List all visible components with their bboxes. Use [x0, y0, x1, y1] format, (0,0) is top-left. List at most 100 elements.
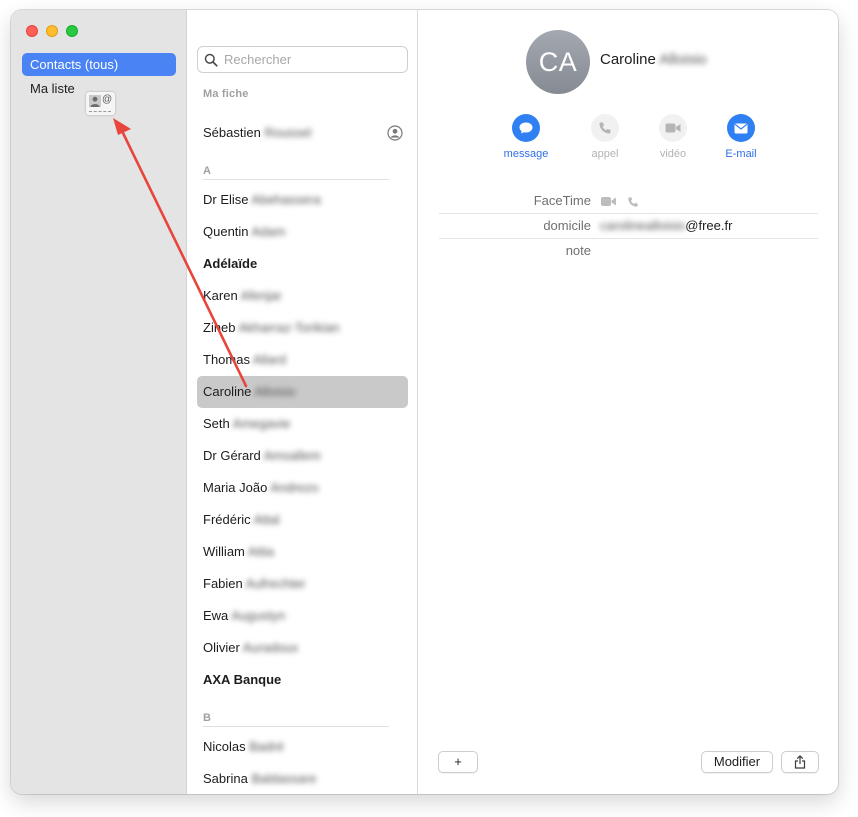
email-user: carolinealloisio [600, 218, 686, 233]
magnifying-glass-icon [204, 53, 218, 67]
contact-last-name: Andrezo [270, 480, 319, 495]
contact-last-name: Abehassera [251, 192, 321, 207]
contact-row[interactable]: Zineb Akharraz-Torikian [197, 312, 408, 344]
contact-last-name: Allard [252, 352, 287, 367]
contact-first-name: Quentin [203, 224, 249, 239]
email-domain: @free.fr [685, 218, 733, 233]
contact-first-name: Frédéric [203, 512, 251, 527]
contact-row[interactable]: Caroline Alloisio [197, 376, 408, 408]
contact-first-name: William [203, 544, 245, 559]
contact-last-name: Afenjar [240, 288, 282, 303]
email-label: E-mail [725, 148, 757, 160]
search-input[interactable] [224, 52, 404, 67]
contact-row[interactable]: Nicolas Badré [197, 731, 408, 763]
contact-first-name: Ewa [203, 608, 229, 623]
contact-list: Ma fiche Sébastien Roussel A Dr Elise Ab… [187, 10, 418, 794]
contact-row[interactable]: Sabrina Baldassare [197, 763, 408, 794]
contact-row[interactable]: Dr Elise Abehassera [197, 184, 408, 216]
email-action[interactable]: E-mail [711, 114, 771, 160]
me-card-icon [387, 125, 403, 141]
contact-first-name: Zineb [203, 320, 236, 335]
contact-last-name: Akharraz-Torikian [238, 320, 340, 335]
message-action[interactable]: message [496, 114, 556, 160]
person-icon [89, 95, 101, 107]
note-field: note [439, 238, 818, 263]
contact-first-name: Maria João [203, 480, 268, 495]
contact-first-name: Dr Elise [203, 192, 249, 207]
contact-row[interactable]: Olivier Auradoux [197, 632, 408, 664]
contact-first-name: Caroline [203, 384, 252, 399]
contact-first-name: Caroline [600, 51, 656, 68]
contact-row[interactable]: Dr Gérard Amsallem [197, 440, 408, 472]
facetime-icons [600, 188, 639, 213]
message-label: message [503, 148, 549, 160]
contact-row[interactable]: Frédéric Attal [197, 504, 408, 536]
facetime-video-icon[interactable] [600, 196, 617, 207]
contact-last-name: Roussel [264, 125, 312, 140]
facetime-label: FaceTime [533, 193, 591, 208]
my-card-header: Ma fiche [203, 88, 249, 100]
envelope-icon [727, 114, 755, 142]
contact-last-name: Aufrechter [245, 576, 306, 591]
contact-last-name: Attal [253, 512, 280, 527]
contact-last-name: Auradoux [242, 640, 299, 655]
contact-first-name: Fabien [203, 576, 243, 591]
edit-button[interactable]: Modifier [701, 751, 773, 773]
contact-last-name: Augustyn [231, 608, 286, 623]
contact-last-name: Attia [247, 544, 274, 559]
contact-row[interactable]: Karen Afenjar [197, 280, 408, 312]
contact-row[interactable]: AXA Banque [197, 664, 408, 696]
zoom-button[interactable] [66, 25, 78, 37]
section-header-b: B [203, 712, 389, 727]
video-camera-icon [659, 114, 687, 142]
email-value[interactable]: carolinealloisio@free.fr [600, 213, 732, 238]
contact-row[interactable]: Maria João Andrezo [197, 472, 408, 504]
contact-name: Caroline Alloisio [600, 51, 707, 68]
window-controls [26, 25, 78, 37]
share-button[interactable] [781, 751, 819, 773]
video-action[interactable]: vidéo [643, 114, 703, 160]
contact-first-name: Dr Gérard [203, 448, 261, 463]
contact-first-name: Sébastien [203, 125, 261, 140]
email-field: domicile carolinealloisio@free.fr [439, 213, 818, 238]
contact-first-name: Sabrina [203, 771, 248, 786]
contact-first-name: AXA Banque [203, 672, 282, 687]
contact-row[interactable]: Fabien Aufrechter [197, 568, 408, 600]
contact-first-name: Karen [203, 288, 238, 303]
card-lines [89, 111, 111, 113]
note-label: note [565, 243, 591, 258]
contact-first-name: Nicolas [203, 739, 246, 754]
contact-row[interactable]: Adélaïde [197, 248, 408, 280]
facetime-field: FaceTime [439, 188, 818, 213]
contact-row[interactable]: Quentin Adam [197, 216, 408, 248]
message-bubble-icon [512, 114, 540, 142]
close-button[interactable] [26, 25, 38, 37]
video-label: vidéo [659, 148, 687, 160]
call-action[interactable]: appel [575, 114, 635, 160]
home-label: domicile [543, 218, 591, 233]
minimize-button[interactable] [46, 25, 58, 37]
contacts-window: Contacts (tous) Ma liste @ Ma fiche Séba… [11, 10, 838, 794]
facetime-audio-icon[interactable] [627, 196, 639, 208]
share-icon [794, 755, 806, 769]
contact-row[interactable]: Ewa Augustyn [197, 600, 408, 632]
at-sign: @ [102, 94, 113, 105]
contact-detail: CA Caroline Alloisio message appel vidéo [419, 10, 838, 794]
search-field[interactable] [197, 46, 408, 73]
my-card-row[interactable]: Sébastien Roussel [197, 117, 408, 149]
avatar: CA [526, 30, 590, 94]
contact-last-name: Amegavie [232, 416, 291, 431]
phone-icon [591, 114, 619, 142]
contact-first-name: Thomas [203, 352, 250, 367]
contact-last-name: Alloisio [254, 384, 296, 399]
contact-row[interactable]: William Attia [197, 536, 408, 568]
contact-row[interactable]: Thomas Allard [197, 344, 408, 376]
contact-first-name: Seth [203, 416, 230, 431]
contact-row[interactable]: Seth Amegavie [197, 408, 408, 440]
contact-first-name: Adélaïde [203, 256, 258, 271]
contact-last-name: Adam [251, 224, 286, 239]
sidebar-item-all-contacts[interactable]: Contacts (tous) [22, 53, 176, 76]
contact-last-name: Badré [249, 739, 284, 754]
drag-contact-card-icon: @ [86, 92, 115, 115]
add-button[interactable]: + [438, 751, 478, 773]
